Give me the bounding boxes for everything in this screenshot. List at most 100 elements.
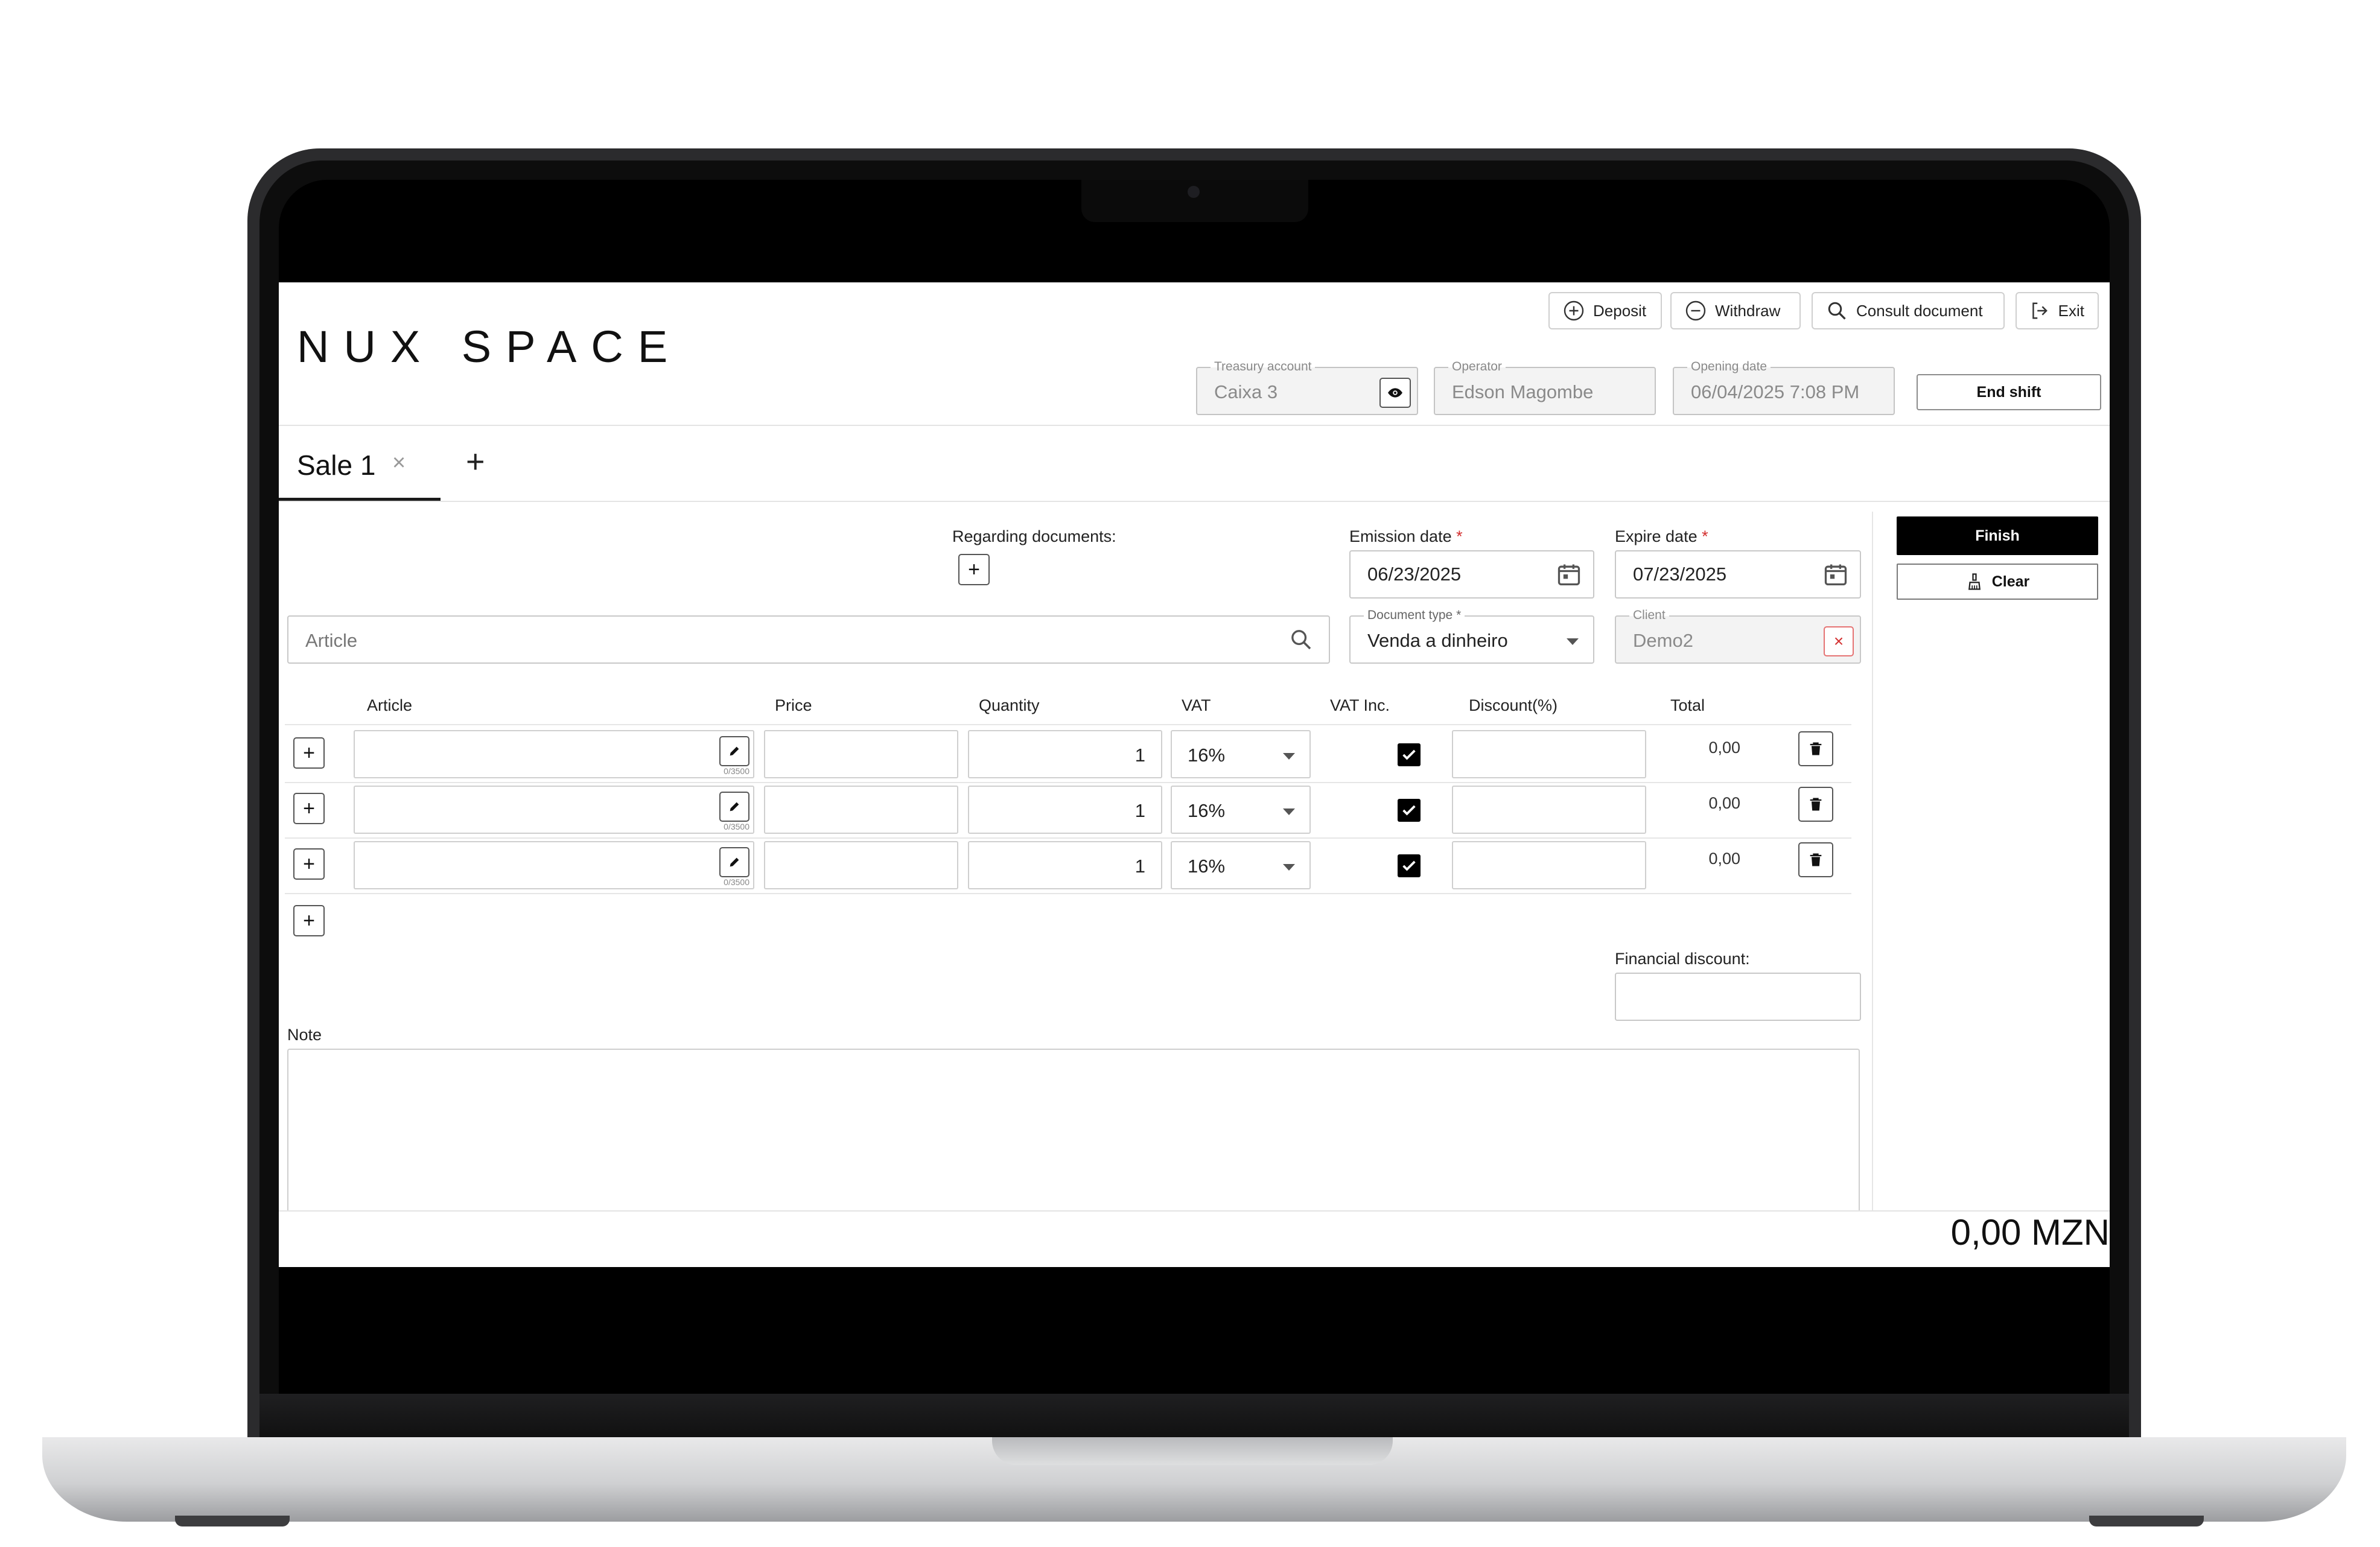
quantity-value: 1	[1134, 800, 1145, 821]
price-input[interactable]	[764, 730, 958, 778]
price-input[interactable]	[764, 841, 958, 889]
vat-inc-checkbox[interactable]	[1398, 743, 1421, 766]
trash-icon	[1810, 798, 1822, 811]
chevron-down-icon	[1283, 864, 1295, 871]
tab-sale-1[interactable]: Sale 1	[297, 449, 375, 481]
calendar-icon[interactable]	[1556, 561, 1582, 588]
tab-close-icon[interactable]: ×	[392, 450, 406, 476]
camera-icon	[1188, 186, 1200, 198]
search-icon[interactable]	[1289, 627, 1313, 652]
exit-button[interactable]: Exit	[2016, 292, 2099, 329]
column-header-total: Total	[1670, 696, 1705, 714]
pencil-icon	[730, 857, 739, 867]
pencil-icon	[730, 802, 739, 812]
row-total: 0,00	[1708, 739, 1740, 757]
add-tab-button[interactable]: +	[466, 443, 485, 480]
checkmark-icon	[1402, 860, 1416, 871]
column-header-discount: Discount(%)	[1469, 696, 1558, 714]
calendar-icon[interactable]	[1822, 561, 1849, 588]
operator-label: Operator	[1448, 360, 1506, 374]
opening-date-field: Opening date 06/04/2025 7:08 PM	[1673, 360, 1895, 415]
clear-button[interactable]: Clear	[1897, 564, 2098, 600]
chevron-down-icon	[1283, 753, 1295, 760]
quantity-value: 1	[1134, 856, 1145, 877]
laptop-trackpad-notch	[992, 1437, 1393, 1465]
edit-article-button[interactable]	[719, 792, 749, 822]
article-cell-input[interactable]: 0/3500	[354, 841, 754, 889]
emission-date-input[interactable]: 06/23/2025	[1349, 550, 1594, 599]
discount-input[interactable]	[1452, 841, 1646, 889]
quantity-input[interactable]: 1	[968, 786, 1162, 834]
row-expand-button[interactable]: +	[293, 793, 325, 824]
discount-input[interactable]	[1452, 730, 1646, 778]
vat-select[interactable]: 16%	[1171, 730, 1311, 778]
edit-article-button[interactable]	[719, 736, 749, 766]
pencil-icon	[730, 746, 739, 756]
row-total: 0,00	[1708, 850, 1740, 868]
exit-icon	[2032, 302, 2048, 319]
financial-discount-label: Financial discount:	[1615, 950, 1750, 968]
eye-icon	[1388, 388, 1402, 398]
withdraw-button[interactable]: Withdraw	[1670, 292, 1801, 329]
article-cell-input[interactable]: 0/3500	[354, 730, 754, 778]
character-counter: 0/3500	[724, 766, 749, 776]
vat-inc-checkbox[interactable]	[1398, 854, 1421, 877]
add-row-button[interactable]: +	[293, 905, 325, 936]
checkmark-icon	[1402, 749, 1416, 760]
document-type-value: Venda a dinheiro	[1367, 630, 1508, 651]
app-screen: NUX SPACE Deposit Withdraw Consult docum…	[279, 282, 2110, 1267]
column-header-article: Article	[367, 696, 413, 714]
row-expand-button[interactable]: +	[293, 848, 325, 880]
article-cell-input[interactable]: 0/3500	[354, 786, 754, 834]
add-regarding-document-button[interactable]: +	[958, 554, 990, 585]
quantity-value: 1	[1134, 745, 1145, 766]
chevron-down-icon	[1283, 808, 1295, 815]
regarding-documents-label: Regarding documents:	[952, 527, 1116, 545]
note-textarea[interactable]	[287, 1049, 1860, 1212]
document-type-label: Document type *	[1364, 608, 1465, 623]
client-label: Client	[1629, 608, 1669, 623]
laptop-foot-right	[2089, 1516, 2204, 1526]
delete-row-button[interactable]	[1798, 842, 1833, 877]
consult-document-button[interactable]: Consult document	[1812, 292, 2005, 329]
tabs-divider	[279, 501, 2110, 502]
article-search-input[interactable]: Article	[287, 615, 1330, 664]
app-logo: NUX SPACE	[297, 322, 682, 372]
expire-date-input[interactable]: 07/23/2025	[1615, 550, 1861, 599]
quantity-input[interactable]: 1	[968, 841, 1162, 889]
delete-row-button[interactable]	[1798, 787, 1833, 822]
column-header-quantity: Quantity	[979, 696, 1040, 714]
table-row-divider	[285, 782, 1851, 783]
eye-toggle-button[interactable]	[1379, 378, 1411, 408]
edit-article-button[interactable]	[719, 847, 749, 877]
client-field[interactable]: Client Demo2 ×	[1615, 608, 1861, 664]
vat-select[interactable]: 16%	[1171, 841, 1311, 889]
end-shift-button[interactable]: End shift	[1917, 374, 2101, 410]
delete-row-button[interactable]	[1798, 731, 1833, 766]
treasury-account-field[interactable]: Treasury account Caixa 3	[1196, 360, 1418, 415]
client-clear-button[interactable]: ×	[1824, 626, 1854, 656]
laptop-foot-left	[175, 1516, 290, 1526]
chevron-down-icon	[1567, 638, 1579, 645]
clear-label: Clear	[1991, 573, 2030, 590]
finish-button[interactable]: Finish	[1897, 516, 2098, 555]
vat-value: 16%	[1188, 856, 1226, 877]
trash-icon	[1810, 853, 1822, 866]
row-expand-button[interactable]: +	[293, 737, 325, 769]
financial-discount-input[interactable]	[1615, 973, 1861, 1021]
header-divider	[279, 425, 2110, 426]
treasury-account-value: Caixa 3	[1214, 381, 1278, 402]
deposit-button[interactable]: Deposit	[1548, 292, 1662, 329]
treasury-account-label: Treasury account	[1211, 360, 1316, 374]
price-input[interactable]	[764, 786, 958, 834]
discount-input[interactable]	[1452, 786, 1646, 834]
note-label: Note	[287, 1026, 322, 1044]
vat-value: 16%	[1188, 745, 1226, 766]
vat-select[interactable]: 16%	[1171, 786, 1311, 834]
withdraw-label: Withdraw	[1715, 301, 1781, 320]
search-icon	[1828, 302, 1846, 320]
vat-inc-checkbox[interactable]	[1398, 799, 1421, 822]
document-type-select[interactable]: Document type * Venda a dinheiro	[1349, 608, 1594, 664]
quantity-input[interactable]: 1	[968, 730, 1162, 778]
table-row-divider	[285, 837, 1851, 839]
